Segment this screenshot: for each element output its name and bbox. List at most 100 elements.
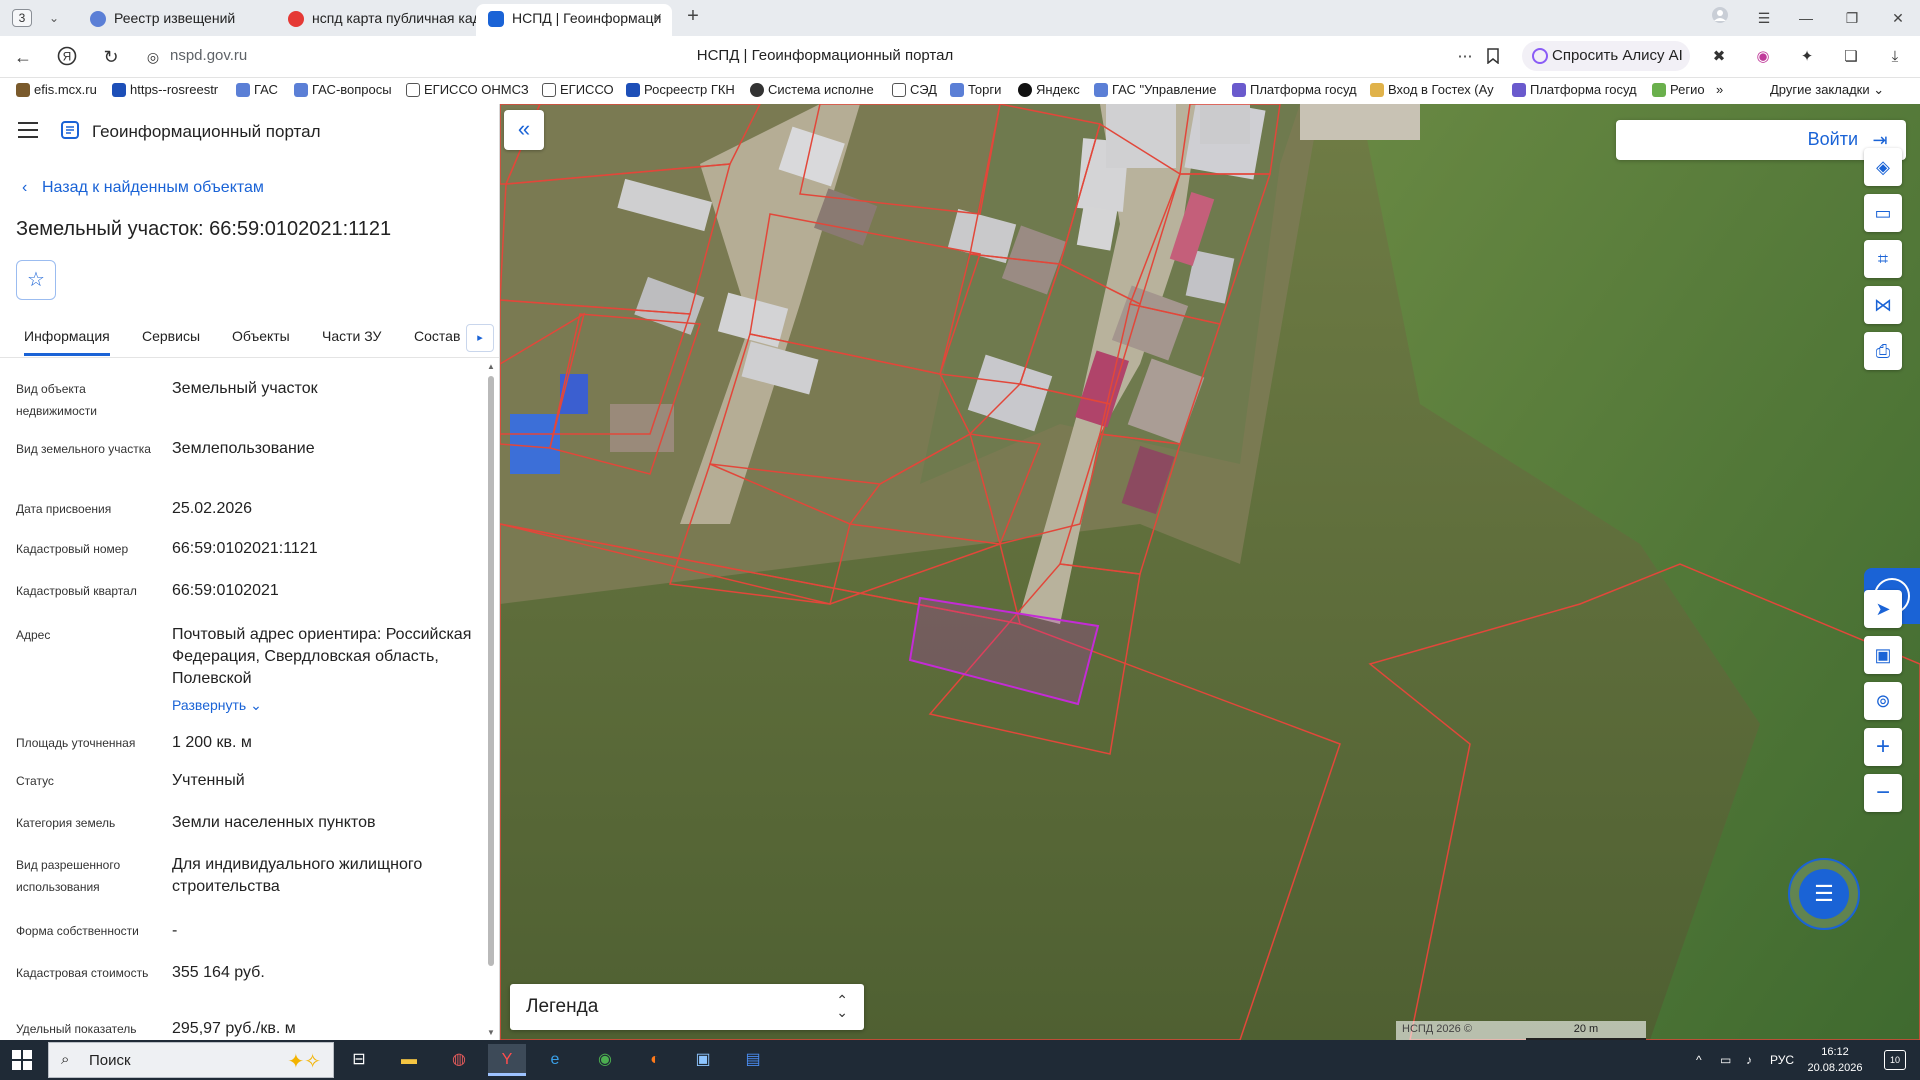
panel-scrollbar[interactable]: ▲ ▼ [486,362,496,1040]
collapse-panel-button[interactable]: « [504,110,544,150]
browser-tab-nspd[interactable]: НСПД | Геоинформаци × [476,4,672,36]
zoom-out-button[interactable]: − [1864,774,1902,812]
measure-area-button[interactable]: ⌗ [1864,240,1902,278]
taskbar-clock[interactable]: 16:12 20.08.2026 [1800,1044,1870,1076]
collections-icon[interactable]: ❏ [1842,48,1860,66]
expand-label: Развернуть [172,697,247,713]
bookmark-item[interactable]: Яндекс [1018,82,1080,97]
tab-parts[interactable]: Части ЗУ [322,328,381,344]
legend-label: Легенда [526,996,599,1017]
chrome-icon[interactable]: ◉ [586,1044,624,1076]
prop-value: 1 200 кв. м [172,734,252,751]
bookmark-item[interactable]: Росреестр ГКН [626,82,735,97]
browser-menu-icon[interactable]: ☰ [1750,6,1778,30]
bookmark-item[interactable]: ГАС-вопросы [294,82,392,97]
tab-label: Реестр извещений [114,10,236,26]
bookmark-icon[interactable] [1484,48,1502,66]
print-button[interactable]: ⎙ [1864,332,1902,370]
tab-composition[interactable]: Состав [414,328,460,344]
tab-services[interactable]: Сервисы [142,328,200,344]
prop-value[interactable]: 66:59:0102021:1121 [172,538,472,560]
bookmark-item[interactable]: ГАС "Управление [1094,82,1216,97]
bookmark-item[interactable]: Торги [950,82,1001,97]
word-document-icon[interactable]: ▤ [734,1044,772,1076]
browser-tab-registry[interactable]: Реестр извещений [78,4,276,36]
bookmark-item[interactable]: ЕГИССО [542,82,614,97]
language-indicator[interactable]: РУС [1770,1040,1794,1080]
search-on-map-button[interactable]: ⊚ [1864,682,1902,720]
tab-counter[interactable]: 3 [12,9,32,27]
browser-tab-search[interactable]: нспд карта публичная кад [276,4,476,36]
bookmark-item[interactable]: СЭД [892,82,937,97]
bookmark-item[interactable]: Вход в Гостех (Ау [1370,82,1494,97]
bookmark-item[interactable]: Платформа госуд [1232,82,1357,97]
bookmark-item[interactable]: ГАС [236,82,278,97]
firefox-icon[interactable]: ◐ [636,1044,674,1076]
new-tab-plus-icon[interactable]: + [682,6,704,28]
bookmark-item[interactable]: Система исполне [750,82,874,97]
scroll-down-icon[interactable]: ▼ [486,1028,496,1037]
map-view[interactable]: « Войти ⇥ ◈ ▭ ⌗ ⋈ ⎙ ✉ ➤ ▣ ⊚ + − ☰ Легенд… [500,104,1920,1040]
bookmark-label: Другие закладки [1770,82,1870,97]
bookmark-item[interactable]: Регио [1652,82,1705,97]
bookmark-item[interactable]: https--rosreestr [112,82,218,97]
menu-hamburger-icon[interactable] [18,122,38,138]
bookmark-favicon-icon [1094,83,1108,97]
remote-app-icon[interactable]: ▣ [684,1044,722,1076]
extension-k-icon[interactable]: ✖ [1710,48,1728,66]
expand-collapse-icon[interactable]: ⌃ ⌄ [836,993,848,1019]
bookmark-label: https--rosreestr [130,82,219,97]
tab-objects[interactable]: Объекты [232,328,290,344]
tray-overflow-icon[interactable]: ^ [1696,1040,1702,1080]
bookmark-item[interactable]: ЕГИССО ОНМСЗ [406,82,529,97]
file-explorer-icon[interactable]: ▬ [390,1044,428,1076]
other-bookmarks-button[interactable]: Другие закладки ⌄ [1770,82,1884,98]
share-button[interactable]: ⋈ [1864,286,1902,324]
bookmark-label: Платформа госуд [1530,82,1637,97]
geolocation-button[interactable]: ➤ [1864,590,1902,628]
ask-alice-button[interactable]: Спросить Алису AI [1522,41,1690,71]
network-icon[interactable]: ▭ [1720,1040,1731,1080]
back-to-results-link[interactable]: ‹ Назад к найденным объектам [22,179,264,197]
yandex-browser-icon[interactable]: Y [488,1044,526,1076]
prop-label: Кадастровый квартал [16,584,137,598]
profile-avatar-icon[interactable] [1706,6,1734,30]
bookmarks-overflow-button[interactable]: » [1716,82,1723,97]
restore-icon[interactable]: ❐ [1838,6,1866,30]
app-icon[interactable]: ◍ [440,1044,478,1076]
chat-assistant-button[interactable]: ☰ [1788,858,1860,930]
task-view-icon[interactable]: ⊟ [340,1044,378,1076]
scrollbar-thumb[interactable] [488,376,494,966]
minimize-icon[interactable]: — [1792,6,1820,30]
volume-icon[interactable]: ♪ [1746,1040,1752,1080]
bookmark-item[interactable]: Платформа госуд [1512,82,1637,97]
bookmark-label: efis.mcx.ru [34,82,97,97]
login-bar[interactable]: Войти ⇥ [1616,120,1906,160]
scroll-up-icon[interactable]: ▲ [486,362,496,371]
layers-button[interactable]: ◈ [1864,148,1902,186]
bookmark-favicon-icon [1370,83,1384,97]
windows-start-icon[interactable] [12,1050,32,1070]
favorite-star-button[interactable]: ☆ [16,260,56,300]
tab-information[interactable]: Информация [24,328,110,356]
ruler-button[interactable]: ▭ [1864,194,1902,232]
internet-explorer-icon[interactable]: e [536,1044,574,1076]
extensions-puzzle-icon[interactable]: ✦ [1798,48,1816,66]
taskbar-search-box[interactable]: ⌕ Поиск ✦✧ [48,1042,334,1078]
prop-label: Дата присвоения [16,502,112,516]
minimap-button[interactable]: ▣ [1864,636,1902,674]
more-dots-icon[interactable]: ⋯ [1456,48,1474,66]
chevron-down-icon: ⌄ [250,697,262,713]
zoom-in-button[interactable]: + [1864,728,1902,766]
prop-value[interactable]: 66:59:0102021 [172,580,472,602]
tab-list-chevron-icon[interactable]: ⌄ [44,9,64,27]
notifications-icon[interactable]: 10 [1884,1050,1906,1070]
bookmark-item[interactable]: efis.mcx.ru [16,82,97,97]
legend-panel[interactable]: Легенда ⌃ ⌄ [510,984,864,1030]
close-window-icon[interactable]: ✕ [1884,6,1912,30]
extension-circle-icon[interactable]: ◉ [1754,48,1772,66]
tab-close-icon[interactable]: × [653,4,662,32]
tabs-next-arrow-icon[interactable]: ▸ [466,324,494,352]
expand-address-link[interactable]: Развернуть ⌄ [172,694,472,716]
downloads-icon[interactable]: ⤓ [1886,48,1904,66]
